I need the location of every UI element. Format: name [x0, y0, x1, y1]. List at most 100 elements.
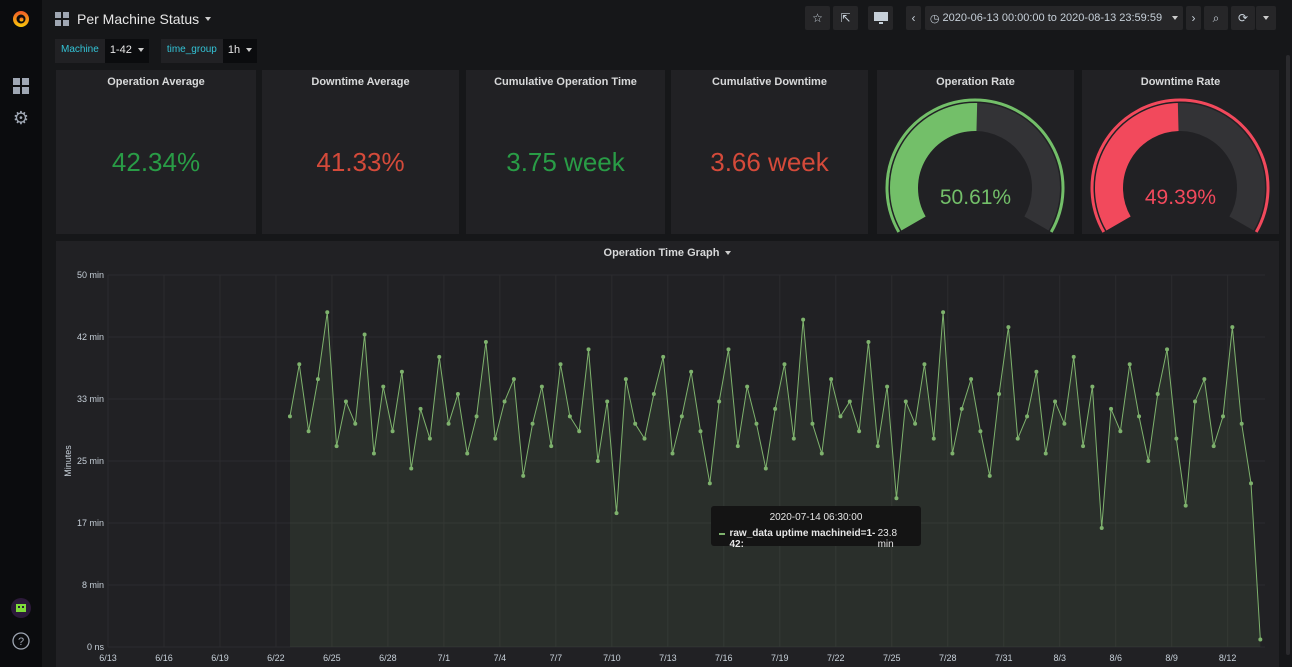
- variable-machine: Machine 1-42: [55, 39, 149, 63]
- data-point: [502, 399, 507, 404]
- graph-tooltip: 2020-07-14 06:30:00 raw_data uptime mach…: [711, 506, 921, 550]
- data-point: [455, 392, 460, 397]
- share-button[interactable]: ⇱: [833, 6, 858, 30]
- data-point: [745, 384, 750, 389]
- data-point: [427, 436, 432, 441]
- refresh-interval-button[interactable]: [1256, 6, 1276, 30]
- data-point: [1034, 369, 1039, 374]
- x-tick-label: 7/16: [715, 653, 733, 663]
- data-point: [530, 421, 535, 426]
- data-point: [866, 339, 871, 344]
- data-point: [614, 511, 619, 516]
- time-back-button[interactable]: ‹: [906, 6, 921, 30]
- data-point: [679, 414, 684, 419]
- data-point: [1146, 459, 1151, 463]
- data-point: [315, 377, 320, 382]
- panel-title[interactable]: Operation Average: [56, 76, 256, 88]
- machine-select[interactable]: 1-42: [104, 39, 149, 63]
- data-point: [1062, 421, 1067, 426]
- x-tick-label: 7/7: [550, 653, 563, 663]
- tooltip-series: raw_data uptime machineid=1-42:: [729, 528, 876, 550]
- help-icon[interactable]: ?: [11, 631, 31, 651]
- data-point: [306, 429, 311, 434]
- data-point: [1015, 436, 1020, 441]
- gauge-value: 50.61%: [939, 186, 1012, 209]
- data-point: [717, 399, 722, 404]
- dashboard-header: Per Machine Status: [55, 8, 212, 30]
- machine-value: 1-42: [109, 44, 132, 56]
- tooltip-time: 2020-07-14 06:30:00: [769, 512, 863, 523]
- data-point: [483, 339, 488, 344]
- data-point: [829, 377, 834, 382]
- svg-text:?: ?: [18, 636, 24, 648]
- data-point: [1109, 406, 1114, 411]
- x-tick-label: 7/19: [771, 653, 789, 663]
- user-avatar[interactable]: [11, 598, 31, 618]
- dashboards-icon[interactable]: [11, 76, 31, 96]
- y-tick-label: 33 min: [77, 394, 104, 404]
- data-point: [763, 466, 768, 471]
- x-tick-label: 7/13: [659, 653, 677, 663]
- gauge-panel: Operation Rate 50.61%: [877, 70, 1074, 234]
- data-point: [437, 354, 442, 359]
- tooltip-value: 23.8 min: [877, 528, 898, 550]
- time-range-picker[interactable]: ◷ 2020-06-13 00:00:00 to 2020-08-13 23:59…: [925, 6, 1183, 30]
- y-tick-label: 17 min: [77, 518, 104, 528]
- panel-title[interactable]: Downtime Average: [262, 76, 459, 88]
- x-tick-label: 6/28: [379, 653, 397, 663]
- data-point: [521, 473, 526, 478]
- data-point: [362, 332, 367, 337]
- data-point: [595, 459, 600, 463]
- data-point: [558, 362, 563, 367]
- dashboard-title[interactable]: Per Machine Status: [77, 11, 199, 27]
- y-tick-label: 0 ns: [87, 642, 105, 652]
- data-point: [754, 421, 759, 426]
- data-point: [1249, 481, 1254, 486]
- grafana-logo[interactable]: [11, 9, 31, 29]
- series-area: [289, 312, 1261, 647]
- data-point: [399, 369, 404, 374]
- data-point: [819, 451, 824, 456]
- data-point: [801, 317, 806, 322]
- panel-title[interactable]: Cumulative Downtime: [671, 76, 868, 88]
- data-point: [371, 451, 376, 456]
- dashboards-icon: [55, 12, 69, 26]
- data-point: [941, 310, 946, 315]
- data-point: [1043, 451, 1048, 456]
- data-point: [474, 414, 479, 419]
- scrollbar[interactable]: [1286, 55, 1290, 655]
- star-button[interactable]: ☆: [805, 6, 830, 30]
- y-tick-label: 42 min: [77, 332, 104, 342]
- refresh-button[interactable]: ⟳: [1231, 6, 1255, 30]
- stat-value: 41.33%: [316, 147, 405, 177]
- caret-down-icon[interactable]: [205, 17, 212, 21]
- time-group-select[interactable]: 1h: [222, 39, 258, 63]
- data-point: [1071, 354, 1076, 359]
- data-point: [539, 384, 544, 389]
- data-point: [577, 429, 582, 434]
- data-point: [390, 429, 395, 434]
- x-tick-label: 8/6: [1109, 653, 1122, 663]
- data-point: [791, 436, 796, 441]
- stat-panel: Cumulative Downtime 3.66 week: [671, 70, 868, 234]
- operation-time-chart[interactable]: 0 ns 8 min 17 min 25 min 33 min 42 min 50 min 6…: [56, 241, 1279, 667]
- zoom-out-button[interactable]: ⌕: [1204, 6, 1228, 30]
- data-point: [1230, 325, 1235, 330]
- time-range-text: 2020-06-13 00:00:00 to 2020-08-13 23:59:…: [942, 12, 1163, 24]
- y-tick-label: 25 min: [77, 456, 104, 466]
- x-tick-label: 7/31: [995, 653, 1013, 663]
- time-forward-button[interactable]: ›: [1186, 6, 1201, 30]
- data-point: [810, 421, 815, 426]
- data-point: [623, 377, 628, 382]
- data-point: [1193, 399, 1198, 404]
- y-axis-label: Minutes: [63, 445, 73, 477]
- share-icon: ⇱: [840, 11, 851, 25]
- variable-time-group: time_group 1h: [160, 39, 258, 63]
- gear-icon[interactable]: ⚙: [11, 108, 31, 128]
- panel-title[interactable]: Cumulative Operation Time: [466, 76, 665, 88]
- variable-label: time_group: [166, 44, 217, 55]
- stat-panel: Downtime Average 41.33%: [262, 70, 459, 234]
- tv-mode-button[interactable]: [868, 6, 893, 30]
- data-point: [1211, 444, 1216, 449]
- data-point: [1221, 414, 1226, 419]
